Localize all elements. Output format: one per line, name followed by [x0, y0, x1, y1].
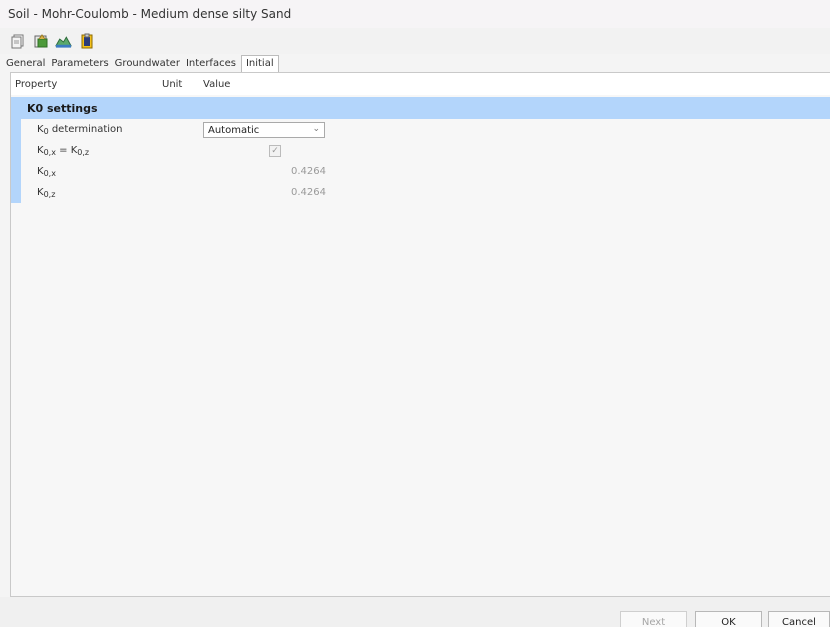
k0z-value: 0.4264	[291, 187, 326, 198]
k0-determination-select[interactable]: Automatic ⌄	[203, 122, 325, 138]
group-title: K0 settings	[27, 102, 98, 115]
dialog-footer: Next OK Cancel	[0, 597, 830, 627]
copy-icon[interactable]	[9, 33, 26, 50]
row-k0-determination: K0 determination Automatic ⌄	[21, 120, 830, 141]
tab-strip: General Parameters Groundwater Interface…	[0, 54, 830, 72]
header-unit: Unit	[162, 79, 183, 90]
k0x-value: 0.4264	[291, 166, 326, 177]
row-k0x: K0,x 0.4264	[21, 162, 830, 183]
group-header-k0-settings[interactable]: K0 settings	[11, 97, 830, 119]
row-k0z: K0,z 0.4264	[21, 183, 830, 204]
label-k0x-equals-k0z: K0,x = K0,z	[37, 145, 90, 157]
label-k0x: K0,x	[37, 166, 56, 178]
open-icon[interactable]	[32, 33, 49, 50]
soil-material-icon[interactable]	[55, 33, 72, 50]
group-indent-stripe	[11, 119, 21, 203]
property-panel: Property Unit Value K0 settings K0 deter…	[10, 72, 830, 597]
tab-groundwater[interactable]: Groundwater	[112, 58, 183, 72]
k0x-equals-k0z-checkbox[interactable]: ✓	[269, 145, 281, 157]
label-k0-determination: K0 determination	[37, 124, 123, 136]
toolbar	[0, 28, 830, 54]
tab-interfaces[interactable]: Interfaces	[183, 58, 239, 72]
k0-determination-value: Automatic	[208, 125, 260, 136]
next-button[interactable]: Next	[620, 611, 687, 627]
header-property: Property	[15, 79, 58, 90]
tab-general[interactable]: General	[3, 58, 48, 72]
window-title: Soil - Mohr-Coulomb - Medium dense silty…	[8, 7, 292, 21]
cancel-button[interactable]: Cancel	[768, 611, 830, 627]
row-k0x-equals-k0z: K0,x = K0,z ✓	[21, 141, 830, 162]
table-header: Property Unit Value	[11, 73, 830, 95]
header-value: Value	[203, 79, 231, 90]
ok-button[interactable]: OK	[695, 611, 762, 627]
tab-parameters[interactable]: Parameters	[48, 58, 111, 72]
tab-initial[interactable]: Initial	[240, 55, 279, 72]
label-k0z: K0,z	[37, 187, 56, 199]
window-title-bar: Soil - Mohr-Coulomb - Medium dense silty…	[0, 0, 830, 28]
clipboard-icon[interactable]	[78, 33, 95, 50]
chevron-down-icon: ⌄	[312, 124, 320, 134]
